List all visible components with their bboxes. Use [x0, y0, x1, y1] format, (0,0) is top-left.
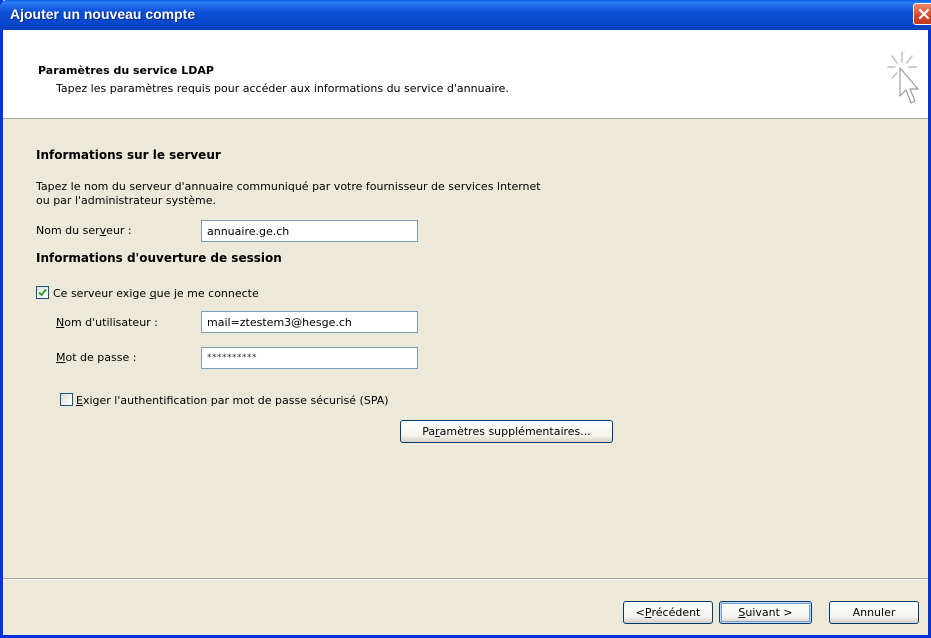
spa-label[interactable]: Exiger l'authentification par mot de pas…	[76, 394, 389, 407]
require-logon-label-accel: q	[149, 287, 157, 300]
server-name-label-post: eur :	[106, 224, 132, 237]
back-label-accel: P	[644, 606, 652, 619]
back-button[interactable]: < Précédent	[623, 601, 713, 624]
server-info-heading: Informations sur le serveur	[36, 148, 221, 162]
spa-label-accel: E	[76, 394, 83, 407]
footer-divider	[3, 578, 928, 580]
password-input[interactable]: **********	[201, 347, 418, 369]
title-bar[interactable]: Ajouter un nouveau compte	[0, 0, 931, 30]
wizard-header: Paramètres du service LDAP Tapez les par…	[3, 30, 928, 119]
spa-checkbox[interactable]	[60, 393, 73, 406]
password-label-rest: ot de passe :	[65, 351, 137, 364]
require-logon-label[interactable]: Ce serveur exige que je me connecte	[53, 287, 259, 300]
server-info-description-line1: Tapez le nom du serveur d'annuaire commu…	[36, 180, 541, 193]
window-title: Ajouter un nouveau compte	[10, 6, 196, 22]
username-label-accel: N	[56, 316, 65, 329]
page-description: Tapez les paramètres requis pour accéder…	[56, 82, 509, 95]
back-label-post: récédent	[651, 606, 701, 619]
more-settings-button[interactable]: Pa r amètres supplémentaires...	[400, 420, 613, 443]
add-account-dialog: Ajouter un nouveau compte Paramètres du …	[0, 0, 931, 638]
close-icon	[918, 8, 930, 20]
require-logon-label-post: ue je me connecte	[156, 287, 259, 300]
checkmark-icon	[38, 288, 47, 297]
logon-info-heading: Informations d'ouverture de session	[36, 251, 282, 265]
more-settings-label-pre: Pa	[422, 425, 436, 438]
page-title: Paramètres du service LDAP	[38, 64, 214, 77]
cancel-button[interactable]: Annuler	[829, 601, 919, 624]
server-name-input[interactable]: annuaire.ge.ch	[201, 220, 418, 242]
next-label-post: uivant >	[745, 606, 793, 619]
require-logon-label-pre: Ce serveur exige	[53, 287, 150, 300]
next-label-accel: S	[738, 606, 746, 619]
server-name-label: Nom du serveur :	[36, 224, 132, 237]
close-button[interactable]	[913, 3, 931, 25]
require-logon-checkbox[interactable]	[36, 286, 49, 299]
server-name-label-pre: Nom du ser	[36, 224, 100, 237]
back-label-pre: <	[635, 606, 645, 619]
password-label: Mot de passe :	[56, 351, 136, 364]
next-button[interactable]: Suivant >	[719, 601, 812, 624]
username-label-rest: om d'utilisateur :	[64, 316, 158, 329]
more-settings-label-post: amètres supplémentaires...	[439, 425, 591, 438]
server-info-description-line2: ou par l'administrateur système.	[36, 194, 216, 207]
username-input[interactable]: mail=ztestem3@hesge.ch	[201, 311, 418, 333]
username-label: Nom d'utilisateur :	[56, 316, 158, 329]
spa-label-rest: xiger l'authentification par mot de pass…	[82, 394, 389, 407]
wizard-cursor-icon	[887, 51, 919, 104]
password-label-accel: M	[56, 351, 66, 364]
